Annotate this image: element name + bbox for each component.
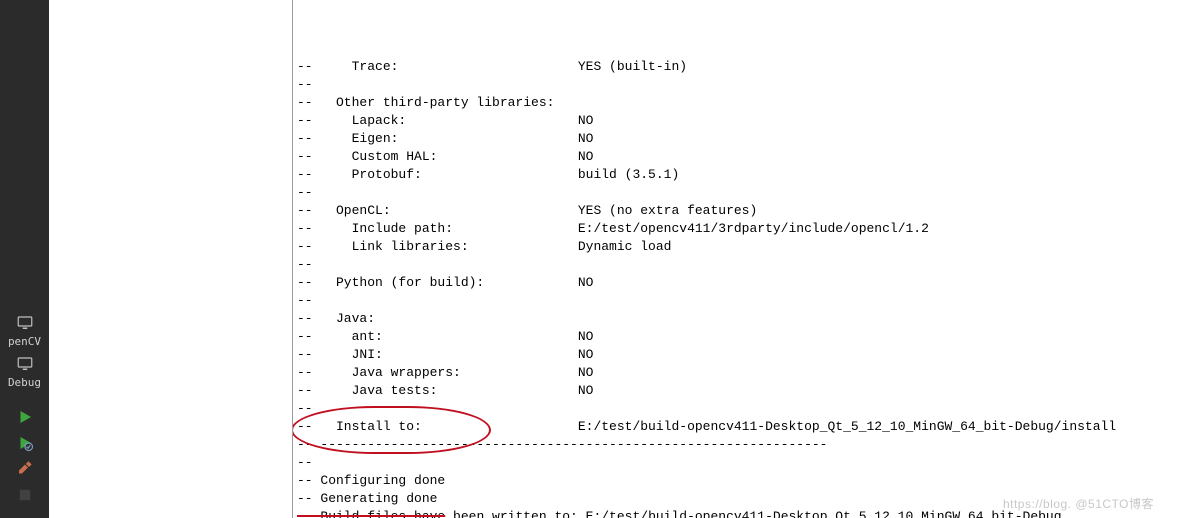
output-line: -- Other third-party libraries: xyxy=(297,94,1182,112)
output-line: -- Custom HAL: NO xyxy=(297,148,1182,166)
sidebar-build-label: Debug xyxy=(8,377,41,388)
stop-icon xyxy=(16,486,34,504)
sidebar: penCV Debug xyxy=(0,0,49,518)
output-line: -- JNI: NO xyxy=(297,346,1182,364)
play-debug-icon xyxy=(16,434,34,452)
left-panel xyxy=(49,0,292,518)
output-line: -- Link libraries: Dynamic load xyxy=(297,238,1182,256)
stop-button xyxy=(0,480,49,506)
monitor-icon xyxy=(16,355,34,373)
run-debug-button[interactable] xyxy=(0,428,49,454)
sidebar-target-label: penCV xyxy=(8,336,41,347)
output-line: -- ant: NO xyxy=(297,328,1182,346)
output-line: -- OpenCL: YES (no extra features) xyxy=(297,202,1182,220)
watermark: https://blog. @51CTO博客 xyxy=(1003,495,1154,512)
output-line: -- xyxy=(297,454,1182,472)
sidebar-bottom-section: penCV Debug xyxy=(0,308,49,506)
output-line: -- Trace: YES (built-in) xyxy=(297,58,1182,76)
output-line: -- xyxy=(297,292,1182,310)
output-line: -- xyxy=(297,184,1182,202)
output-line: -- xyxy=(297,400,1182,418)
output-line: -- Java: xyxy=(297,310,1182,328)
output-line: -- xyxy=(297,256,1182,274)
run-button[interactable] xyxy=(0,402,49,428)
app-root: penCV Debug xyxy=(0,0,1184,518)
output-line: -- Java wrappers: NO xyxy=(297,364,1182,382)
output-line: -- Java tests: NO xyxy=(297,382,1182,400)
main-area: -- Trace: YES (built-in)-- -- Other thir… xyxy=(49,0,1184,518)
output-line: -- Install to: E:/test/build-opencv411-D… xyxy=(297,418,1182,436)
output-line: -- Include path: E:/test/opencv411/3rdpa… xyxy=(297,220,1182,238)
output-line: -- Configuring done xyxy=(297,472,1182,490)
sidebar-build-debug[interactable]: Debug xyxy=(0,349,49,390)
output-line: -- xyxy=(297,76,1182,94)
output-line: -- Lapack: NO xyxy=(297,112,1182,130)
hammer-icon xyxy=(16,460,34,478)
output-line: -- Eigen: NO xyxy=(297,130,1182,148)
build-output[interactable]: -- Trace: YES (built-in)-- -- Other thir… xyxy=(293,0,1184,518)
build-button[interactable] xyxy=(0,454,49,480)
monitor-icon xyxy=(16,314,34,332)
sidebar-target-opencv[interactable]: penCV xyxy=(0,308,49,349)
output-line: -- Python (for build): NO xyxy=(297,274,1182,292)
play-icon xyxy=(16,408,34,426)
output-line: -- Protobuf: build (3.5.1) xyxy=(297,166,1182,184)
output-line: -- -------------------------------------… xyxy=(297,436,1182,454)
